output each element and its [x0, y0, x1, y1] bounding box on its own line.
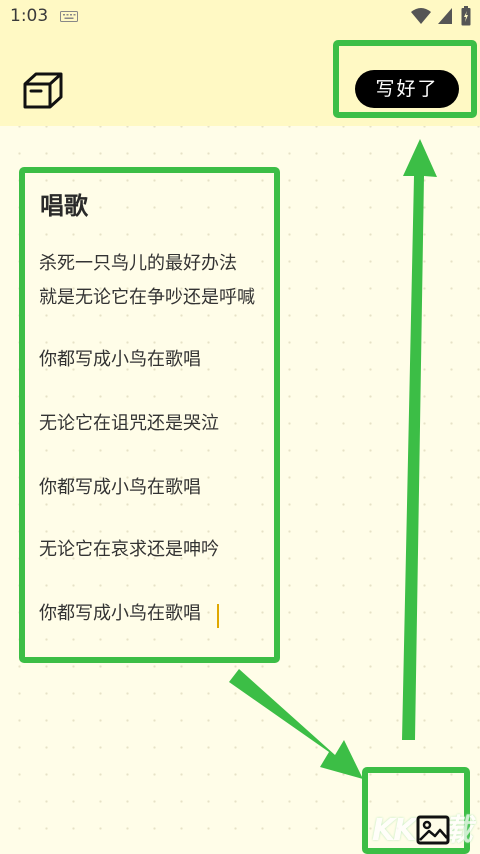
arrow-up-to-done — [402, 139, 437, 740]
status-bar: 1:03 — [0, 0, 480, 32]
status-time: 1:03 — [10, 6, 49, 26]
highlight-note-text — [19, 167, 280, 663]
note-editor-screen: 1:03 写好了 唱歌 杀死一只鸟儿的最好办法 就是无论它在争吵还是呼喊 你都写… — [0, 0, 480, 854]
signal-icon — [438, 8, 452, 24]
image-icon[interactable] — [416, 815, 450, 845]
wifi-icon — [411, 8, 431, 24]
highlight-done-button — [333, 40, 477, 118]
box-icon[interactable] — [22, 70, 64, 110]
arrow-down-to-image — [229, 669, 363, 779]
keyboard-icon — [60, 11, 78, 22]
battery-icon — [461, 6, 471, 26]
